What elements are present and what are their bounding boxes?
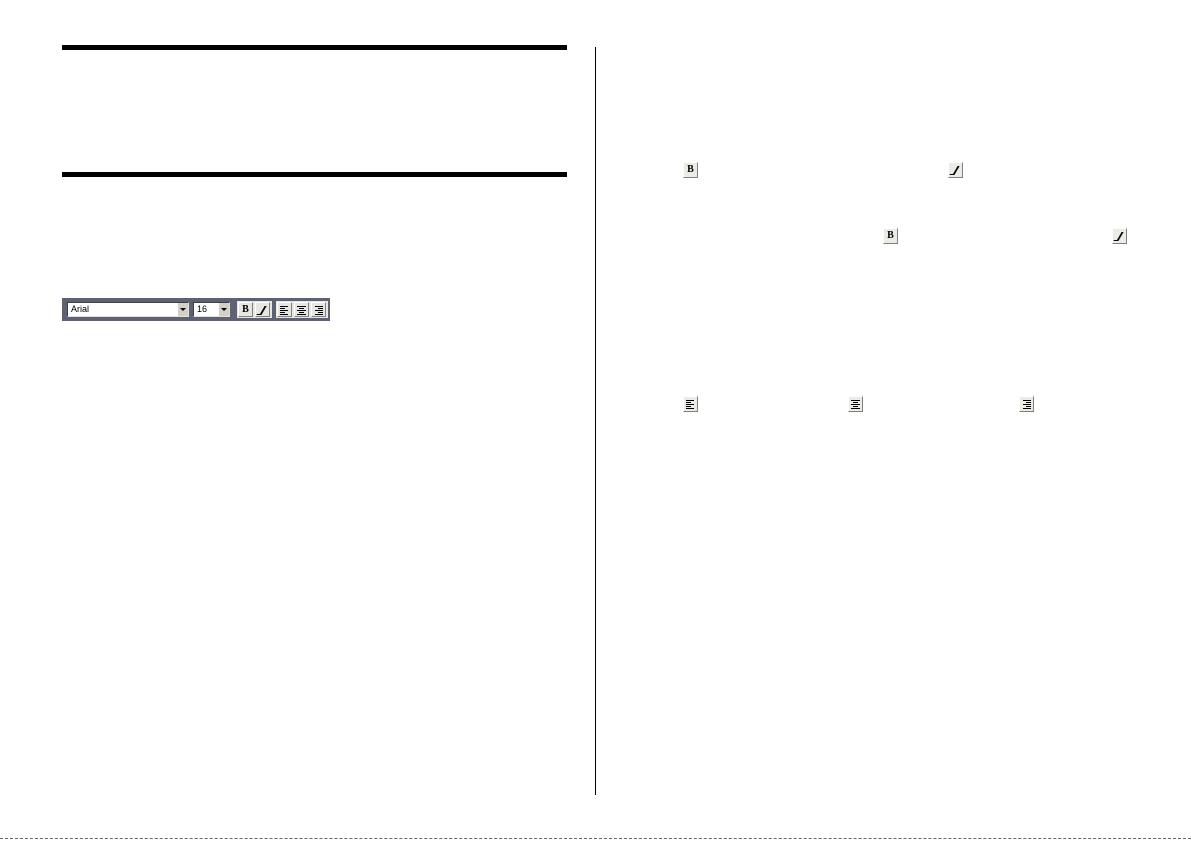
bold-icon: B [687,164,694,175]
font-size-select[interactable]: 16 [193,302,230,317]
font-name-select[interactable]: Arial [67,302,189,317]
align-left-button[interactable] [277,302,292,317]
align-center-icon-ref [848,396,863,412]
bold-icon: B [242,304,249,315]
font-size-value: 16 [197,304,208,314]
style-button-group: B [237,301,272,318]
align-left-icon-ref [683,396,698,412]
align-left-icon [280,305,289,315]
page-trim-line [0,838,1191,839]
italic-icon [951,166,960,175]
align-center-icon [851,399,860,409]
align-right-icon [1022,399,1031,409]
bold-icon: B [887,230,894,241]
bold-button-icon-ref: B [883,228,898,244]
formatting-toolbar: Arial 16 B [62,298,330,321]
italic-button-icon-ref [948,162,963,178]
italic-icon [1115,232,1124,241]
align-center-button[interactable] [294,302,309,317]
bold-button[interactable]: B [238,302,253,317]
section-rule-top [62,45,567,50]
italic-button[interactable] [255,302,270,317]
align-left-icon [686,399,695,409]
italic-button-icon-ref [1112,228,1127,244]
bold-button-icon-ref: B [683,162,698,178]
italic-icon [258,306,267,315]
chevron-down-icon[interactable] [177,303,188,316]
align-right-icon [314,305,323,315]
font-name-value: Arial [71,304,90,314]
alignment-button-group [276,301,328,318]
section-rule-middle [62,172,567,177]
column-divider [595,47,596,795]
align-center-icon [297,305,306,315]
align-right-icon-ref [1019,396,1034,412]
chevron-down-icon[interactable] [218,303,229,316]
align-right-button[interactable] [311,302,326,317]
